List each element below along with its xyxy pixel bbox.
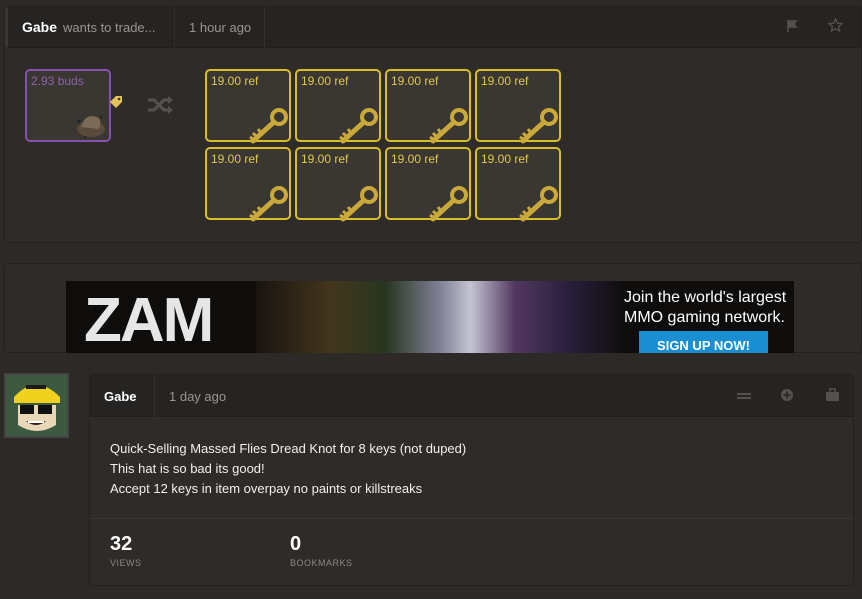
ad-container: ZAM Join the world's largest MMO gaming … — [4, 263, 862, 353]
item-price: 19.00 ref — [211, 74, 259, 88]
compare-icon[interactable] — [736, 389, 752, 405]
zam-logo: ZAM — [84, 286, 214, 353]
bookmarks-count: 0 — [290, 533, 302, 555]
views-count: 32 — [110, 533, 133, 555]
briefcase-icon[interactable] — [825, 388, 840, 405]
ad-tagline: Join the world's largest MMO gaming netw… — [624, 288, 786, 328]
divider — [264, 7, 265, 48]
post-line: Quick-Selling Massed Flies Dread Knot fo… — [110, 441, 467, 456]
trade-user-link[interactable]: Gabe — [22, 19, 57, 35]
trade-time: 1 hour ago — [189, 20, 252, 35]
key-item[interactable]: 19.00 ref — [475, 69, 561, 144]
post-body: Quick-Selling Massed Flies Dread Knot fo… — [110, 439, 466, 499]
key-item[interactable]: 19.00 ref — [385, 147, 471, 222]
item-price: 19.00 ref — [301, 152, 349, 166]
avatar[interactable] — [4, 373, 69, 438]
shuffle-icon — [146, 95, 174, 120]
item-price: 19.00 ref — [301, 74, 349, 88]
sign-up-button[interactable]: SIGN UP NOW! — [639, 331, 768, 353]
key-item[interactable]: 19.00 ref — [205, 69, 291, 144]
views-stat: 32 VIEWS — [110, 533, 142, 568]
item-price: 19.00 ref — [481, 152, 529, 166]
post-card: Gabe 1 day ago Quick-Selling Massed Flie… — [89, 374, 854, 586]
key-item[interactable]: 19.00 ref — [295, 69, 381, 144]
item-price: 19.00 ref — [211, 152, 259, 166]
zam-ad-banner[interactable]: ZAM Join the world's largest MMO gaming … — [66, 281, 794, 353]
ad-tagline-line-1: Join the world's largest — [624, 289, 787, 306]
key-item[interactable]: 19.00 ref — [205, 147, 291, 222]
key-item[interactable]: 19.00 ref — [295, 147, 381, 222]
ad-tagline-line-2: MMO gaming network. — [624, 309, 785, 326]
divider — [154, 375, 155, 417]
post-time: 1 day ago — [169, 389, 227, 404]
views-label: VIEWS — [110, 558, 142, 568]
post-line: This hat is so bad its good! — [110, 461, 265, 476]
item-price: 19.00 ref — [481, 74, 529, 88]
item-price: 19.00 ref — [391, 74, 439, 88]
flag-icon[interactable] — [786, 19, 800, 36]
trade-header: Gabe wants to trade... 1 hour ago — [5, 7, 861, 48]
divider — [90, 518, 853, 519]
post-line: Accept 12 keys in item overpay no paints… — [110, 481, 423, 496]
divider — [174, 7, 175, 48]
item-price: 2.93 buds — [31, 74, 84, 88]
bookmarks-label: BOOKMARKS — [290, 558, 353, 568]
key-item[interactable]: 19.00 ref — [475, 147, 561, 222]
ad-artwork — [256, 281, 626, 353]
trade-wants-text: wants to trade... — [63, 20, 156, 35]
item-price: 19.00 ref — [391, 152, 439, 166]
post-user-link[interactable]: Gabe — [104, 389, 137, 404]
key-item[interactable]: 19.00 ref — [385, 69, 471, 144]
trade-panel: Gabe wants to trade... 1 hour ago 2.93 b… — [4, 6, 862, 243]
offered-item[interactable]: 2.93 buds — [25, 69, 122, 142]
star-icon[interactable] — [827, 17, 844, 36]
add-icon[interactable] — [780, 388, 794, 405]
bookmarks-stat: 0 BOOKMARKS — [290, 533, 353, 568]
post-header: Gabe 1 day ago — [90, 375, 853, 417]
